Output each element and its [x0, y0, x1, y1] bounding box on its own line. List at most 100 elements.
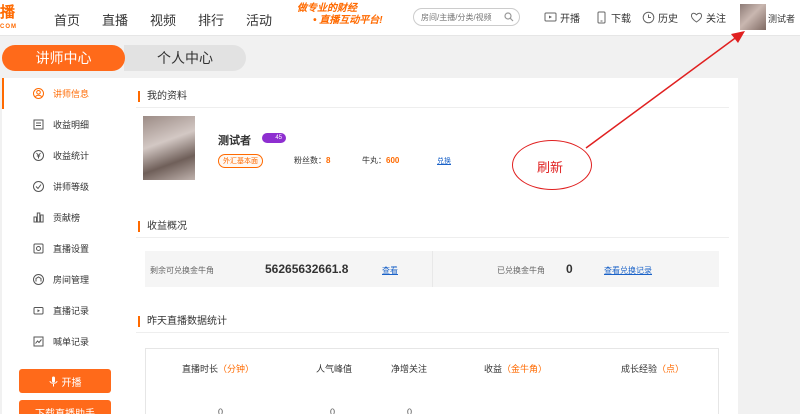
col-income: 收益（金牛角） — [484, 362, 547, 375]
download-label: 下载 — [611, 14, 631, 25]
search-input[interactable] — [414, 9, 498, 25]
remaining-value: 56265632661.8 — [265, 262, 349, 276]
col-live-duration: 直播时长（分钟） — [182, 362, 254, 375]
nav-home[interactable]: 首页 — [54, 10, 80, 29]
sidebar-item-call-records[interactable]: 喊单记录 — [2, 326, 124, 357]
profile-name: 测试者 — [218, 135, 251, 147]
sidebar-item-live-records[interactable]: 直播记录 — [2, 295, 124, 326]
settings-icon — [33, 243, 44, 254]
user-avatar[interactable] — [740, 4, 766, 30]
stats-table: 直播时长（分钟） 人气峰值 净增关注 收益（金牛角） 成长经验（点） 0 0 0 — [145, 348, 719, 414]
nav-ranking[interactable]: 排行 — [198, 10, 224, 29]
coins-value: 600 — [386, 156, 400, 165]
download-live-helper-button[interactable]: 下载直播助手 — [19, 400, 111, 414]
exchanged-value: 0 — [566, 262, 573, 276]
col-peak-popularity: 人气峰值 — [316, 364, 353, 374]
col-unit: （金牛角） — [502, 364, 548, 374]
level-badge: 45 — [262, 133, 286, 143]
clock-icon — [642, 11, 655, 24]
start-live-link[interactable]: 开播 — [544, 10, 580, 25]
username-top[interactable]: 测试者 — [768, 12, 795, 25]
list-icon — [33, 119, 44, 130]
download-link[interactable]: 下载 — [595, 10, 631, 25]
sidebar-item-teacher-level[interactable]: 讲师等级 — [2, 171, 124, 202]
value-live-duration: 0 — [218, 407, 224, 414]
coins-label: 牛丸： — [362, 156, 386, 165]
slogan: 做专业的财经 • 直播互动平台! — [297, 3, 383, 27]
income-summary-box: 剩余可兑换金牛角 56265632661.8 查看 已兑换金牛角 0 查看兑换记… — [145, 251, 719, 287]
divider — [136, 332, 729, 333]
sidebar-item-label: 直播设置 — [53, 244, 90, 254]
profile-tag: 外汇基本面 — [218, 154, 263, 168]
trend-chart-icon — [33, 336, 44, 347]
sidebar-item-room-management[interactable]: 房间管理 — [2, 264, 124, 295]
follow-label: 关注 — [706, 14, 726, 25]
col-label: 收益 — [484, 364, 503, 374]
slogan-line-1: 做专业的财经 — [297, 3, 357, 14]
main-content: 我的资料 测试者 45 外汇基本面 粉丝数：8 牛丸：600 兑换 收益概况 剩… — [124, 78, 738, 414]
fans-stat: 粉丝数：8 — [294, 155, 330, 166]
live-screen-icon — [544, 12, 557, 22]
follow-link[interactable]: 关注 — [690, 10, 726, 25]
section-title-income: 收益概况 — [138, 221, 187, 232]
site-logo[interactable]: 播 COM — [0, 4, 17, 34]
divider — [136, 237, 729, 238]
col-net-follows: 净增关注 — [391, 364, 428, 374]
start-live-button-label: 开播 — [61, 377, 82, 389]
divider — [432, 251, 433, 287]
col-unit: （点） — [657, 364, 685, 374]
sidebar-item-income-stats[interactable]: 收益统计 — [2, 140, 124, 171]
slogan-line-2: • 直播互动平台! — [313, 15, 383, 26]
fans-label: 粉丝数： — [294, 156, 326, 165]
coins-stat: 牛丸：600 — [362, 155, 399, 166]
top-navbar: 播 COM 首页 直播 视频 排行 活动 做专业的财经 • 直播互动平台! 开播… — [0, 0, 800, 36]
fans-value: 8 — [326, 156, 331, 165]
phone-icon — [597, 11, 606, 24]
search-box — [413, 8, 520, 26]
value-peak-popularity: 0 — [330, 407, 336, 414]
sidebar: 讲师信息 收益明细 收益统计 讲师等级 贡献榜 直播设置 房间管理 直播记录 喊… — [2, 78, 124, 414]
col-growth-exp: 成长经验（点） — [621, 362, 684, 375]
section-title-profile: 我的资料 — [138, 91, 187, 102]
tab-teacher-center[interactable]: 讲师中心 — [2, 45, 125, 71]
divider — [136, 107, 729, 108]
col-unit: （分钟） — [218, 364, 255, 374]
profile-photo — [143, 116, 195, 180]
nav-video[interactable]: 视频 — [150, 10, 176, 29]
col-label: 成长经验 — [621, 364, 658, 374]
yen-circle-icon — [33, 150, 44, 161]
sidebar-item-income-detail[interactable]: 收益明细 — [2, 109, 124, 140]
start-live-button[interactable]: 开播 — [19, 369, 111, 393]
sidebar-item-label: 房间管理 — [53, 275, 90, 285]
microphone-icon — [49, 376, 57, 386]
room-icon — [33, 274, 44, 285]
tab-personal-center[interactable]: 个人中心 — [124, 45, 246, 71]
nav-activity[interactable]: 活动 — [246, 10, 272, 29]
heart-icon — [690, 12, 703, 23]
download-helper-label: 下载直播助手 — [35, 408, 95, 414]
value-net-follows: 0 — [407, 407, 413, 414]
sidebar-item-live-settings[interactable]: 直播设置 — [2, 233, 124, 264]
level-value: 45 — [275, 135, 282, 141]
nav-live[interactable]: 直播 — [102, 10, 128, 29]
level-badge-icon — [33, 181, 44, 192]
search-icon[interactable] — [504, 12, 514, 22]
sidebar-item-teacher-info[interactable]: 讲师信息 — [2, 78, 124, 109]
user-circle-icon — [33, 88, 44, 99]
sidebar-item-label: 收益明细 — [53, 120, 90, 130]
logo-text: 播 — [0, 4, 16, 21]
exchange-link[interactable]: 兑换 — [437, 156, 451, 166]
remaining-label: 剩余可兑换金牛角 — [150, 266, 214, 275]
logo-subtext: COM — [0, 24, 17, 30]
view-exchange-records-link[interactable]: 查看兑换记录 — [604, 265, 652, 276]
col-label: 直播时长 — [182, 364, 219, 374]
sidebar-item-contribution-rank[interactable]: 贡献榜 — [2, 202, 124, 233]
history-link[interactable]: 历史 — [642, 10, 678, 25]
sidebar-item-label: 讲师信息 — [53, 89, 90, 99]
sidebar-item-label: 直播记录 — [53, 306, 90, 316]
sidebar-item-label: 讲师等级 — [53, 182, 90, 192]
annotation-refresh-text: 刷新 — [537, 160, 564, 175]
sidebar-item-label: 贡献榜 — [53, 213, 81, 223]
section-title-yesterday: 昨天直播数据统计 — [138, 316, 227, 327]
view-link[interactable]: 查看 — [382, 265, 398, 276]
